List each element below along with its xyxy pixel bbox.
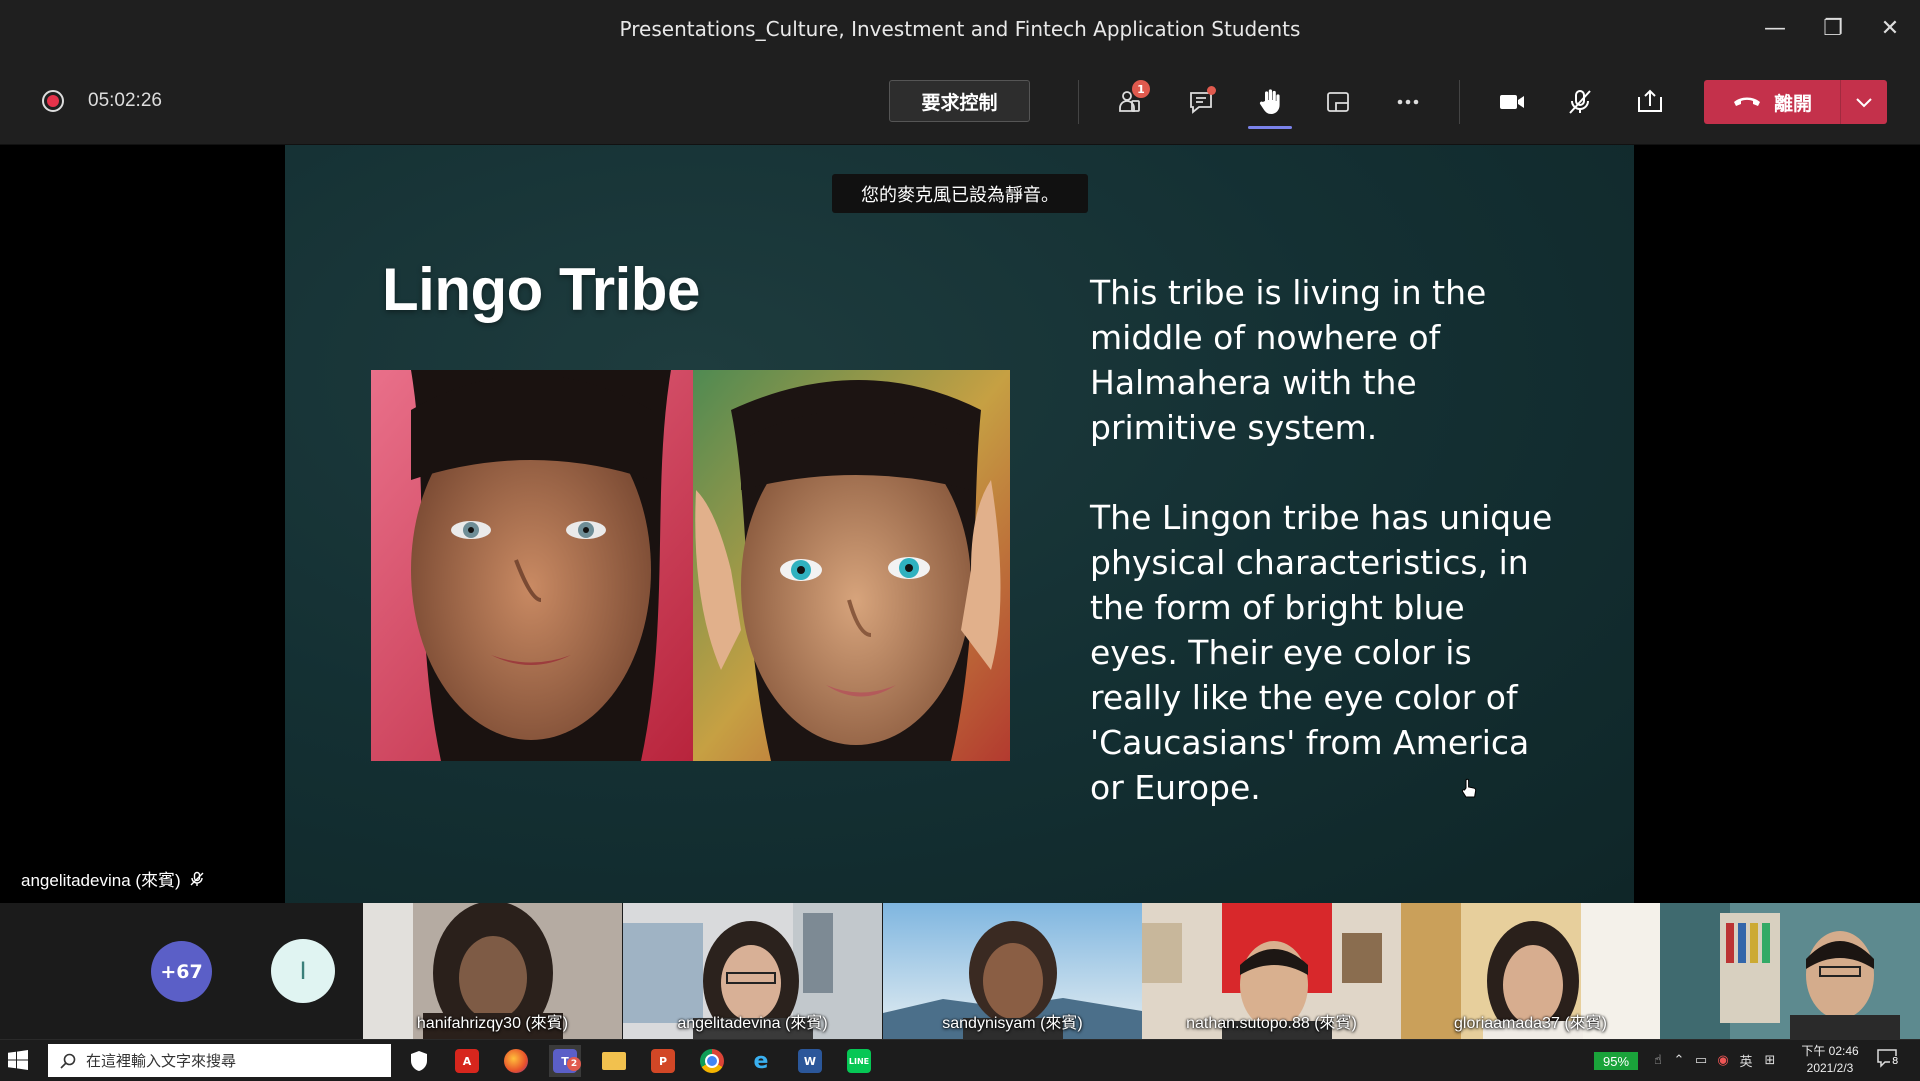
leave-button[interactable]: 離開 (1704, 80, 1887, 124)
search-placeholder: 在這裡輸入文字來搜尋 (86, 1052, 237, 1070)
line-icon: LINE (847, 1049, 871, 1073)
microphone-muted-icon (1569, 90, 1591, 114)
participant-name: sandynisyam (來賓) (942, 1015, 1083, 1032)
battery-indicator[interactable]: 95% (1594, 1052, 1638, 1070)
edge-app[interactable]: e (745, 1045, 777, 1077)
leave-label: 離開 (1773, 92, 1812, 115)
slide-paragraph: This tribe is living in the middle of no… (1090, 273, 1487, 447)
firefox-icon (504, 1049, 528, 1073)
word-app[interactable]: W (794, 1045, 826, 1077)
raise-hand-button[interactable] (1248, 80, 1292, 124)
chrome-icon (700, 1049, 724, 1073)
word-icon: W (798, 1049, 822, 1073)
slide-body: This tribe is living in the middle of no… (1090, 270, 1560, 855)
chrome-app[interactable] (696, 1045, 728, 1077)
speaker-name: angelitadevina (來賓) (21, 871, 181, 890)
share-icon (1638, 89, 1662, 112)
shield-icon (407, 1049, 431, 1073)
meeting-timer: 05:02:26 (88, 90, 162, 111)
participant-name: nathan.sutopo.88 (來賓) (1186, 1015, 1357, 1032)
edge-icon: e (753, 1048, 769, 1074)
acrobat-icon: A (455, 1049, 479, 1073)
title-bar: Presentations_Culture, Investment and Fi… (0, 0, 1920, 57)
powerpoint-icon: P (651, 1049, 675, 1073)
share-content-button[interactable] (1628, 80, 1672, 124)
taskbar-clock[interactable]: 下午 02:46 2021/2/3 (1790, 1043, 1870, 1077)
line-app[interactable]: LINE (843, 1045, 875, 1077)
start-button[interactable] (8, 1050, 36, 1072)
file-explorer-icon (602, 1052, 626, 1070)
chevron-up-icon[interactable]: ⌃ (1668, 1053, 1690, 1068)
volume-muted-icon[interactable]: ◉ (1712, 1053, 1734, 1068)
active-speaker-label: angelitadevina (來賓) (21, 866, 205, 891)
participant-initial-avatar[interactable]: I (271, 939, 335, 1003)
participant-name: gloriaamada37 (來賓) (1454, 1015, 1607, 1032)
raise-hand-active-indicator (1248, 126, 1292, 129)
participant-tile[interactable]: nathan.sutopo.88 (來賓) (1142, 903, 1401, 1039)
hang-up-icon (1733, 97, 1760, 106)
chat-unread-dot (1207, 86, 1216, 95)
clock-date: 2021/2/3 (1806, 1061, 1854, 1075)
close-button[interactable]: ✕ (1865, 10, 1915, 46)
more-icon (1397, 99, 1419, 105)
participant-name: angelitadevina (來賓) (677, 1015, 828, 1032)
slide-paragraph: The Lingon tribe has unique physical cha… (1090, 498, 1553, 807)
touch-icon[interactable]: ☝ (1648, 1053, 1668, 1068)
taskbar-search-box[interactable]: 在這裡輸入文字來搜尋 (48, 1044, 391, 1077)
camera-icon (1500, 95, 1524, 109)
chat-button[interactable] (1180, 80, 1224, 124)
microphone-button[interactable] (1558, 80, 1602, 124)
chevron-down-icon (1856, 98, 1872, 108)
acrobat-app[interactable]: A (451, 1045, 483, 1077)
notification-center-button[interactable]: 8 (1876, 1048, 1904, 1074)
raise-hand-icon (1259, 89, 1280, 114)
participant-tile[interactable]: sandynisyam (來賓) (883, 903, 1142, 1039)
slide-photo (371, 370, 1010, 761)
teams-badge: 2 (567, 1057, 581, 1071)
ime-indicator[interactable]: 英 (1734, 1051, 1758, 1070)
participant-tile[interactable]: hanifahrizqy30 (來賓) (363, 903, 622, 1039)
slide-title: Lingo Tribe (382, 256, 700, 323)
clock-time: 下午 02:46 (1801, 1044, 1859, 1058)
close-icon: ✕ (1880, 15, 1900, 41)
file-explorer-app[interactable] (598, 1045, 630, 1077)
restore-icon: ❐ (1823, 15, 1843, 41)
more-actions-button[interactable] (1386, 80, 1430, 124)
ime-mode-icon[interactable]: ⊞ (1758, 1053, 1782, 1068)
security-app[interactable] (403, 1045, 435, 1077)
muted-notification: 您的麥克風已設為靜音。 (832, 174, 1088, 213)
powerpoint-app[interactable]: P (647, 1045, 679, 1077)
toolbar-divider (1459, 80, 1460, 124)
camera-button[interactable] (1490, 80, 1534, 124)
recording-icon (42, 90, 64, 112)
minimize-button[interactable]: — (1750, 10, 1800, 46)
toolbar-divider (1078, 80, 1079, 124)
search-icon (60, 1053, 76, 1069)
participant-name: hanifahrizqy30 (來賓) (416, 1015, 569, 1032)
rooms-button[interactable] (1316, 80, 1360, 124)
participants-badge: 1 (1132, 80, 1150, 98)
windows-logo-icon (8, 1050, 28, 1070)
hand-cursor-icon (1460, 778, 1478, 804)
participant-tile[interactable]: angelitadevina (來賓) (623, 903, 882, 1039)
firefox-app[interactable] (500, 1045, 532, 1077)
windows-taskbar: 在這裡輸入文字來搜尋 A T2 P e W LINE 95% ☝ ⌃ ▭ ◉ 英… (0, 1039, 1920, 1081)
teams-app[interactable]: T2 (549, 1045, 581, 1077)
notification-count: 8 (1890, 1056, 1901, 1067)
leave-options-button[interactable] (1841, 80, 1887, 124)
participant-tile[interactable] (1660, 903, 1920, 1039)
participants-button[interactable]: 1 (1108, 80, 1152, 124)
request-control-button[interactable]: 要求控制 (889, 80, 1030, 122)
mic-off-icon (190, 871, 204, 886)
system-tray: ☝ ⌃ ▭ ◉ 英 ⊞ (1648, 1040, 1782, 1081)
minimize-icon: — (1764, 15, 1786, 41)
more-participants-avatar[interactable]: +67 (151, 941, 212, 1002)
window-title: Presentations_Culture, Investment and Fi… (619, 17, 1301, 41)
restore-button[interactable]: ❐ (1808, 10, 1858, 46)
participant-tile[interactable]: gloriaamada37 (來賓) (1401, 903, 1660, 1039)
breakout-rooms-icon (1327, 92, 1349, 112)
network-icon[interactable]: ▭ (1690, 1053, 1712, 1068)
